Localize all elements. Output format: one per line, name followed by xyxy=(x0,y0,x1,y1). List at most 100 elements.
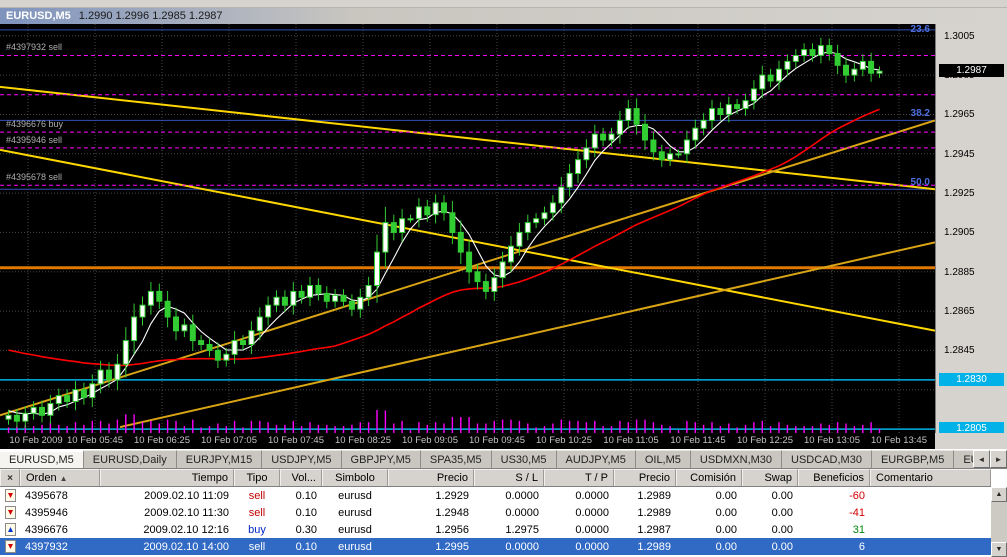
tab-scroll-left-icon[interactable]: ◄ xyxy=(973,450,990,468)
time-tick-label: 10 Feb 08:25 xyxy=(327,435,399,446)
cell-precio2: 1.2989 xyxy=(614,490,676,502)
price-tick-label: 1.2865 xyxy=(944,306,975,317)
cell-tiempo: 2009.02.10 12:16 xyxy=(100,524,234,536)
cell-vol: 0.30 xyxy=(280,524,322,536)
price-tick-label: 1.2845 xyxy=(944,345,975,356)
chart-tab-audjpy-m5[interactable]: AUDJPY,M5 xyxy=(557,450,636,468)
time-tick-label: 10 Feb 09:45 xyxy=(461,435,533,446)
orders-close-icon[interactable]: × xyxy=(0,469,20,486)
chart-tab-usdcad-m30[interactable]: USDCAD,M30 xyxy=(782,450,872,468)
fibonacci-level-label: 38.2 xyxy=(911,108,930,119)
order-row-4395678[interactable]: 43956782009.02.10 11:09sell0.10eurusd1.2… xyxy=(0,487,991,504)
price-axis[interactable]: 1.30051.29851.29651.29451.29251.29051.28… xyxy=(935,24,1007,433)
time-axis[interactable]: 10 Feb 13:4510 Feb 13:0510 Feb 12:2510 F… xyxy=(0,433,1007,449)
order-line-label: #4397932 sell xyxy=(6,42,62,52)
orders-scrollbar[interactable]: ▲ ▼ xyxy=(991,487,1007,557)
order-line-label: #4396676 buy xyxy=(6,119,63,129)
sell-order-icon xyxy=(0,489,20,502)
cell-tiempo: 2009.02.10 11:09 xyxy=(100,490,234,502)
column-header-orden[interactable]: Orden▲ xyxy=(20,469,100,486)
order-row-4397932[interactable]: 43979322009.02.10 14:00sell0.10eurusd1.2… xyxy=(0,538,991,555)
column-header-beneficios[interactable]: Beneficios xyxy=(798,469,870,486)
chart-body: #4397932 sell #4396676 buy #4395946 sell #4… xyxy=(0,24,1007,433)
column-header-precio2[interactable]: Precio xyxy=(614,469,676,486)
candlestick-canvas xyxy=(0,24,935,433)
cell-comision: 0.00 xyxy=(676,490,742,502)
fibonacci-level-label: 50.0 xyxy=(911,177,930,188)
sell-order-icon xyxy=(0,540,20,553)
scroll-down-icon[interactable]: ▼ xyxy=(991,542,1007,557)
scroll-up-icon[interactable]: ▲ xyxy=(991,487,1007,502)
cell-precio: 1.2995 xyxy=(388,541,474,553)
column-header-tipo[interactable]: Tipo xyxy=(234,469,280,486)
cell-precio: 1.2929 xyxy=(388,490,474,502)
chart-tab-oil-m5[interactable]: OIL,M5 xyxy=(636,450,691,468)
cell-tipo: sell xyxy=(234,541,280,553)
chart-tab-spa35-m5[interactable]: SPA35,M5 xyxy=(421,450,492,468)
cell-simbolo: eurusd xyxy=(322,541,388,553)
tab-scroll-right-icon[interactable]: ► xyxy=(990,450,1007,468)
time-tick-label: 10 Feb 2009 xyxy=(0,435,72,446)
price-tick-label: 1.2965 xyxy=(944,109,975,120)
cell-vol: 0.10 xyxy=(280,541,322,553)
cell-tipo: sell xyxy=(234,490,280,502)
chart-tab-eurgbp-m5[interactable]: EURGBP,M5 xyxy=(872,450,954,468)
chart-ohlc-values: 1.2990 1.2996 1.2985 1.2987 xyxy=(79,10,223,22)
cell-sl: 0.0000 xyxy=(474,541,544,553)
chart-tab-eurusd-daily[interactable]: EURUSD,Daily xyxy=(84,450,177,468)
price-chart[interactable]: #4397932 sell #4396676 buy #4395946 sell #4… xyxy=(0,24,935,433)
cell-comision: 0.00 xyxy=(676,541,742,553)
time-tick-label: 10 Feb 07:05 xyxy=(193,435,265,446)
chart-tab-eurusd-m5[interactable]: EURUSD,M5 xyxy=(0,450,84,468)
column-header-simbolo[interactable]: Simbolo xyxy=(322,469,388,486)
support-price-badge: 1.2830 xyxy=(939,373,1004,386)
cell-beneficios: 31 xyxy=(798,524,870,536)
tab-scroll-arrows: ◄► xyxy=(973,450,1007,468)
time-tick-label: 10 Feb 11:05 xyxy=(595,435,667,446)
axis-corner xyxy=(935,433,1007,449)
buy-order-icon xyxy=(0,523,20,536)
cell-precio: 1.2956 xyxy=(388,524,474,536)
cell-tp: 0.0000 xyxy=(544,490,614,502)
chart-tab-us30-m5[interactable]: US30,M5 xyxy=(492,450,557,468)
order-row-4395946[interactable]: 43959462009.02.10 11:30sell0.10eurusd1.2… xyxy=(0,504,991,521)
chart-tab-gbpjpy-m5[interactable]: GBPJPY,M5 xyxy=(342,450,421,468)
column-header-comentario[interactable]: Comentario xyxy=(870,469,991,486)
column-header-swap[interactable]: Swap xyxy=(742,469,798,486)
orders-rows: 43956782009.02.10 11:09sell0.10eurusd1.2… xyxy=(0,487,991,555)
cell-swap: 0.00 xyxy=(742,541,798,553)
column-header-precio[interactable]: Precio xyxy=(388,469,474,486)
cell-comision: 0.00 xyxy=(676,507,742,519)
time-tick-label: 10 Feb 10:25 xyxy=(528,435,600,446)
window-top-strip xyxy=(0,0,1007,8)
cell-tp: 0.0000 xyxy=(544,524,614,536)
price-tick-label: 1.3005 xyxy=(944,31,975,42)
orders-panel: ×Orden▲TiempoTipoVol...SimboloPrecioS / … xyxy=(0,469,1007,557)
order-line-label: #4395678 sell xyxy=(6,172,62,182)
chart-tab-usdmxn-m30[interactable]: USDMXN,M30 xyxy=(691,450,782,468)
column-header-tp[interactable]: T / P xyxy=(544,469,614,486)
cell-sl: 0.0000 xyxy=(474,490,544,502)
cell-tiempo: 2009.02.10 11:30 xyxy=(100,507,234,519)
cell-orden: 4396676 xyxy=(20,524,100,536)
column-header-comision[interactable]: Comisión xyxy=(676,469,742,486)
column-header-tiempo[interactable]: Tiempo xyxy=(100,469,234,486)
price-tick-label: 1.2925 xyxy=(944,188,975,199)
chart-tab-usdjpy-m5[interactable]: USDJPY,M5 xyxy=(262,450,341,468)
cell-tiempo: 2009.02.10 14:00 xyxy=(100,541,234,553)
cell-vol: 0.10 xyxy=(280,490,322,502)
cell-orden: 4397932 xyxy=(20,541,100,553)
order-line-label: #4395946 sell xyxy=(6,135,62,145)
column-header-vol[interactable]: Vol... xyxy=(280,469,322,486)
orders-header-row: ×Orden▲TiempoTipoVol...SimboloPrecioS / … xyxy=(0,469,991,487)
column-header-sl[interactable]: S / L xyxy=(474,469,544,486)
cell-swap: 0.00 xyxy=(742,490,798,502)
cell-precio2: 1.2989 xyxy=(614,541,676,553)
cell-comision: 0.00 xyxy=(676,524,742,536)
cell-swap: 0.00 xyxy=(742,524,798,536)
cell-sl: 0.0000 xyxy=(474,507,544,519)
order-row-4396676[interactable]: 43966762009.02.10 12:16buy0.30eurusd1.29… xyxy=(0,521,991,538)
cell-simbolo: eurusd xyxy=(322,507,388,519)
cell-precio2: 1.2989 xyxy=(614,507,676,519)
chart-tab-eurjpy-m15[interactable]: EURJPY,M15 xyxy=(177,450,262,468)
